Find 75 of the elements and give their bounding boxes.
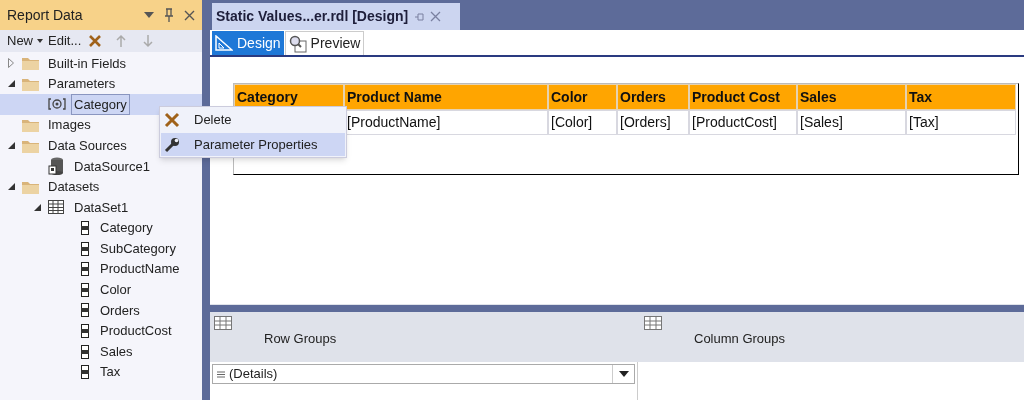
column-header: Sales [797,84,906,110]
field-icon [81,365,89,380]
group-item[interactable]: (Details) [212,364,635,384]
column-header: Orders [617,84,689,110]
column-groups-label: Column Groups [694,330,786,348]
table-cell: [Tax] [906,110,1016,135]
magnifier-icon [288,34,307,53]
dropdown-icon[interactable] [618,371,629,377]
document-tab[interactable]: Static Values...er.rdl [Design] [212,3,460,30]
close-icon[interactable] [430,11,442,22]
table-cell: [Orders] [617,110,689,135]
tree-item[interactable]: Datasets [45,176,103,198]
folder-icon [22,56,39,71]
column-header: Product Cost [689,84,797,110]
caret-icon [37,39,43,43]
wrench-icon [164,136,180,153]
expanded-icon[interactable] [8,142,15,150]
tree-item[interactable]: Parameters [45,73,119,95]
delete-icon [164,111,180,128]
ruler-icon [215,35,233,51]
tree-item[interactable]: Category [71,93,130,116]
field-icon [81,282,89,297]
field-icon [81,303,89,318]
expanded-icon[interactable] [34,203,41,211]
tree-item[interactable]: ProductCost [97,320,175,342]
pin-icon[interactable] [164,8,174,22]
tree-item[interactable]: Sales [97,340,136,363]
column-header: Product Name [344,84,548,110]
tree-item[interactable]: Images [45,114,94,136]
menu-item[interactable]: Parameter Properties [161,133,345,156]
edit-button[interactable]: Edit... [48,31,82,51]
document-tab-title[interactable]: Static Values...er.rdl [Design] [216,6,409,27]
tree-item[interactable]: Built-in Fields [45,52,130,75]
tree-item[interactable]: DataSet1 [71,196,132,219]
folder-icon [22,118,39,133]
parameter-icon [48,97,66,112]
table-icon [214,316,232,330]
tree-item[interactable]: Orders [97,299,143,322]
column-header: Color [548,84,617,110]
splitter[interactable] [210,304,1024,312]
table-cell: [ProductName] [344,110,548,135]
table-icon [644,316,662,330]
field-icon [81,262,89,277]
folder-icon [22,138,39,153]
tree-item[interactable]: SubCategory [97,237,179,260]
field-icon [81,241,89,256]
view-tab[interactable]: Design [212,31,284,55]
tree-item[interactable]: Category [97,217,156,239]
field-icon [81,221,89,236]
panel-title: Report Data [7,5,83,25]
field-icon [81,324,89,338]
new-button[interactable]: New [7,31,43,51]
collapsed-icon[interactable] [8,58,14,69]
table-cell: [Color] [548,110,617,135]
tree-item[interactable]: Color [97,279,135,301]
table-cell: [ProductCost] [689,110,797,135]
expanded-icon[interactable] [8,80,15,88]
folder-icon [22,179,39,194]
tree-item[interactable]: Tax [97,361,124,383]
table-cell: [Sales] [797,110,906,135]
tree-item[interactable]: ProductName [97,258,183,280]
row-groups-label: Row Groups [264,330,337,348]
dataset-icon [48,200,64,215]
field-icon [81,344,89,359]
delete-icon[interactable] [88,34,103,48]
tree-item[interactable]: Data Sources [45,134,130,157]
folder-icon [22,76,39,91]
view-tab[interactable]: Preview [284,31,365,55]
close-icon[interactable] [184,9,195,21]
tree-item[interactable]: DataSource1 [71,155,153,177]
column-header: Tax [906,84,1016,110]
database-icon [48,157,64,176]
details-icon [217,370,225,378]
expanded-icon[interactable] [8,183,15,191]
menu-item[interactable]: Delete [161,108,345,131]
